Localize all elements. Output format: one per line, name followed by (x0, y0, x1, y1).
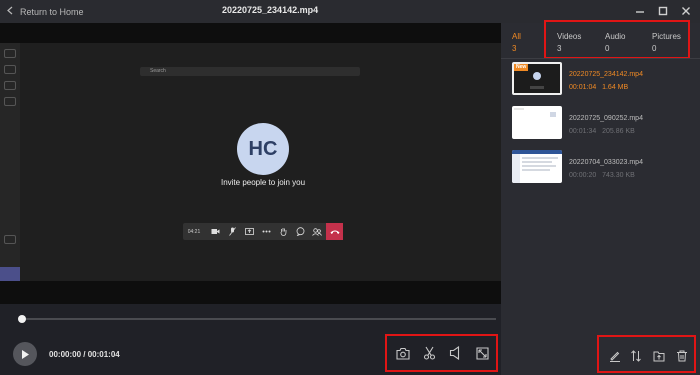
play-button[interactable] (13, 342, 37, 366)
return-to-home-label: Return to Home (20, 6, 84, 17)
file-name-1[interactable]: 20220725_234142.mp4 (569, 71, 643, 78)
return-to-home-button[interactable]: Return to Home (6, 4, 84, 19)
rail-help-icon (4, 235, 16, 244)
file-thumbnail-2[interactable] (512, 106, 562, 139)
back-arrow-icon (6, 6, 15, 17)
tab-all[interactable]: All 3 (512, 32, 521, 54)
seek-handle[interactable] (18, 315, 26, 323)
participants-icon (309, 223, 325, 240)
camera-icon (207, 223, 223, 240)
playback-time: 00:00:00 / 00:01:04 (49, 350, 120, 359)
time-separator: / (81, 350, 88, 359)
invite-message: Invite people to join you (220, 178, 306, 187)
highlight-box-panel-tools (597, 335, 696, 373)
file-duration-3: 00:00:20 (569, 172, 597, 179)
file-name-3[interactable]: 20220704_033023.mp4 (569, 159, 643, 166)
file-size-1: 1.64 MB (602, 84, 629, 91)
tab-all-count: 3 (512, 44, 517, 53)
file-size-2: 205.86 KB (602, 128, 635, 135)
video-letterbox-top (0, 23, 501, 43)
raise-hand-icon (275, 223, 291, 240)
window-title: 20220725_234142.mp4 (222, 5, 319, 15)
end-call-icon (326, 223, 343, 240)
chat-icon (292, 223, 308, 240)
minimize-icon (636, 11, 644, 13)
tab-divider (501, 58, 700, 59)
recorded-call-controls: 04:21 (183, 223, 343, 240)
thumbnail-3-preview (512, 150, 562, 183)
close-icon (682, 7, 690, 15)
video-letterbox-bottom (0, 281, 501, 304)
mic-off-icon (224, 223, 240, 240)
file-meta-1: 00:01:04 1.64 MB (569, 84, 628, 91)
close-button[interactable] (677, 3, 695, 19)
rail-activity-icon (4, 49, 16, 58)
maximize-icon (658, 6, 668, 16)
file-meta-3: 00:00:20 743.30 KB (569, 172, 635, 179)
seek-bar[interactable] (22, 318, 496, 320)
rail-calendar-icon (4, 97, 16, 106)
file-thumbnail-1[interactable]: New (512, 62, 562, 95)
share-screen-icon (241, 223, 257, 240)
more-options-icon (258, 223, 274, 240)
highlight-box-tabs (544, 20, 690, 59)
minimize-button[interactable] (631, 3, 649, 19)
rail-chat-icon (4, 65, 16, 74)
avatar-initials: HC (248, 137, 278, 160)
file-duration-1: 00:01:04 (569, 84, 597, 91)
play-icon (22, 349, 29, 359)
maximize-button[interactable] (654, 3, 672, 19)
file-thumbnail-3[interactable] (512, 150, 562, 183)
highlight-box-player-tools (385, 334, 498, 372)
rail-active-item (0, 267, 20, 281)
file-duration-2: 00:01:34 (569, 128, 597, 135)
call-timer: 04:21 (187, 228, 201, 235)
participant-avatar: HC (237, 123, 289, 175)
new-badge: New (514, 64, 529, 71)
thumbnail-2-preview (514, 108, 556, 117)
total-duration: 00:01:04 (87, 350, 120, 359)
video-frame[interactable]: Search HC Invite people to join you 04:2… (0, 43, 501, 304)
recorded-app-rail (0, 43, 20, 283)
current-time: 00:00:00 (49, 350, 82, 359)
file-size-3: 743.30 KB (602, 172, 635, 179)
recorded-search-label: Search (150, 68, 166, 74)
file-name-2[interactable]: 20220725_090252.mp4 (569, 115, 643, 122)
tab-all-label: All (512, 32, 521, 41)
recorded-search-bar: Search (140, 67, 360, 76)
file-meta-2: 00:01:34 205.86 KB (569, 128, 635, 135)
rail-teams-icon (4, 81, 16, 90)
